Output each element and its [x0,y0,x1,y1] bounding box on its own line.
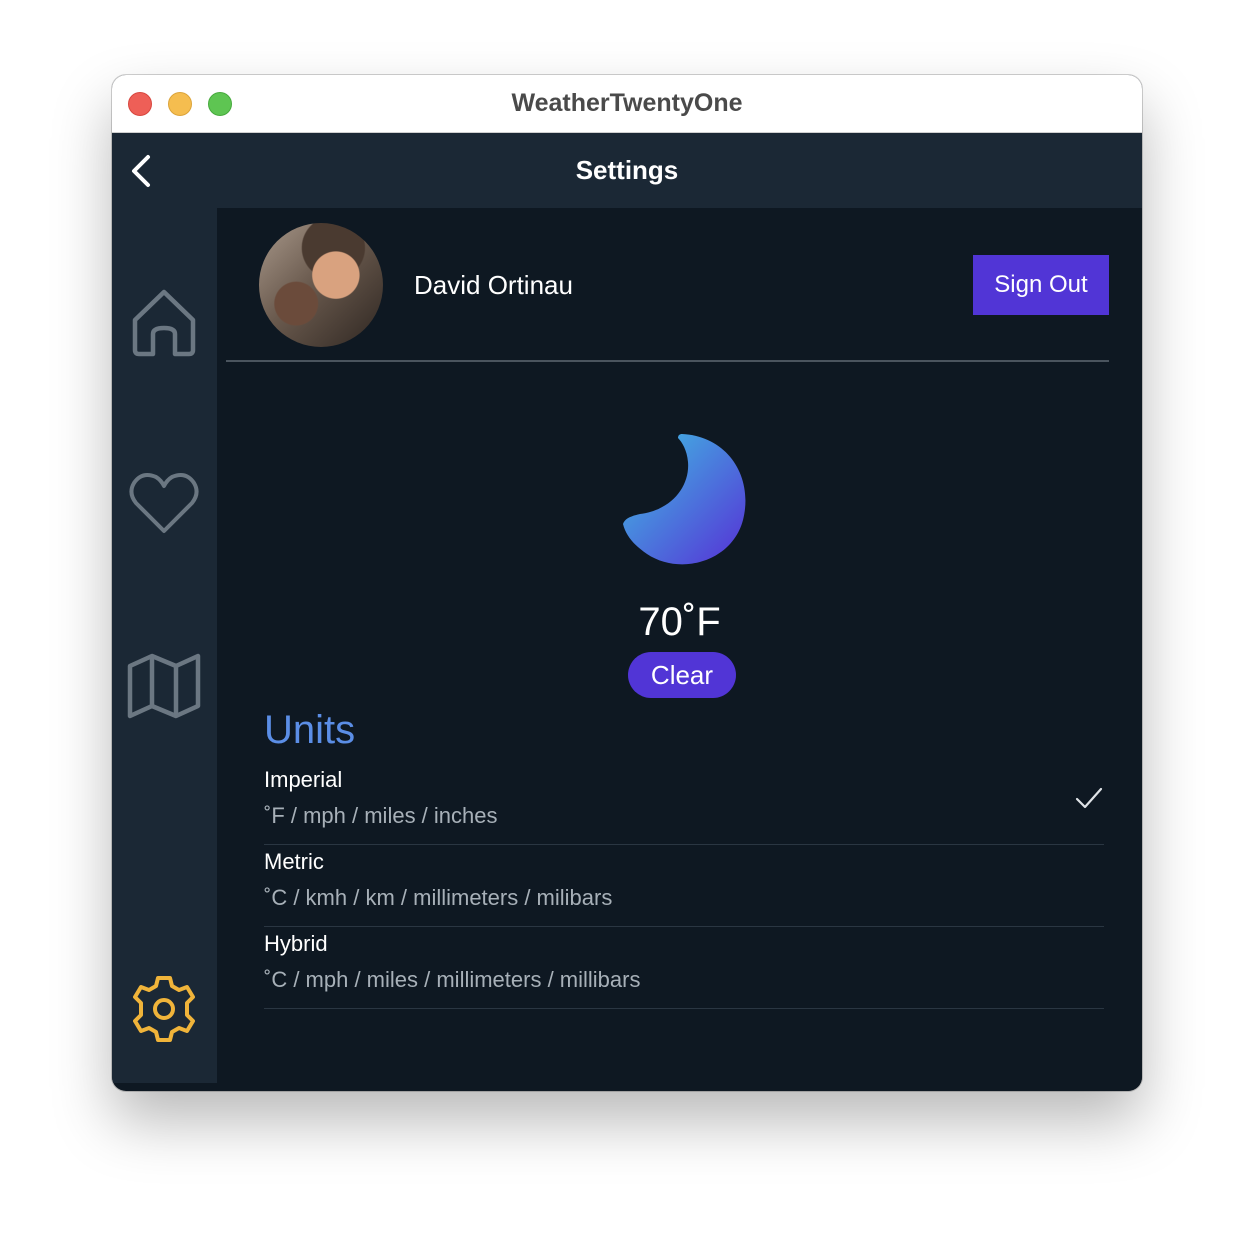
settings-content: David Ortinau Sign Out 70˚F Clear Units … [217,208,1142,1091]
heart-icon [129,473,199,533]
user-name: David Ortinau [414,270,573,300]
gear-icon [133,976,195,1042]
sign-out-button[interactable]: Sign Out [973,255,1109,315]
unit-option-metric[interactable]: Metric ˚C / kmh / km / millimeters / mil… [264,844,1104,927]
current-temperature: 70˚F [638,600,721,644]
sidebar [112,208,217,1083]
sidebar-item-favorites[interactable] [126,465,202,541]
checkmark-icon [1075,787,1103,809]
unit-option-description: ˚C / mph / miles / millimeters / milliba… [264,967,641,992]
condition-badge: Clear [628,652,736,698]
unit-option-name: Hybrid [264,931,328,956]
navigation-bar: Settings [112,133,1142,208]
home-icon [132,289,196,357]
sidebar-item-home[interactable] [126,284,202,360]
sidebar-item-map[interactable] [126,648,202,724]
unit-option-name: Metric [264,849,324,874]
map-icon [127,653,201,719]
unit-option-hybrid[interactable]: Hybrid ˚C / mph / miles / millimeters / … [264,926,1104,1009]
page-title: Settings [575,155,679,185]
sidebar-item-settings[interactable] [126,971,202,1047]
app-window: WeatherTwentyOne Settings David Ortinau … [112,75,1142,1091]
moon-icon [623,434,746,565]
unit-option-description: ˚C / kmh / km / millimeters / milibars [264,885,613,910]
avatar [259,223,383,347]
title-bar: WeatherTwentyOne [112,75,1142,133]
profile-divider [226,360,1109,362]
units-heading: Units [264,708,356,752]
unit-option-description: ˚F / mph / miles / inches [264,803,498,828]
unit-option-name: Imperial [264,767,343,792]
window-title: WeatherTwentyOne [511,89,743,117]
unit-option-imperial[interactable]: Imperial ˚F / mph / miles / inches [264,762,1104,845]
